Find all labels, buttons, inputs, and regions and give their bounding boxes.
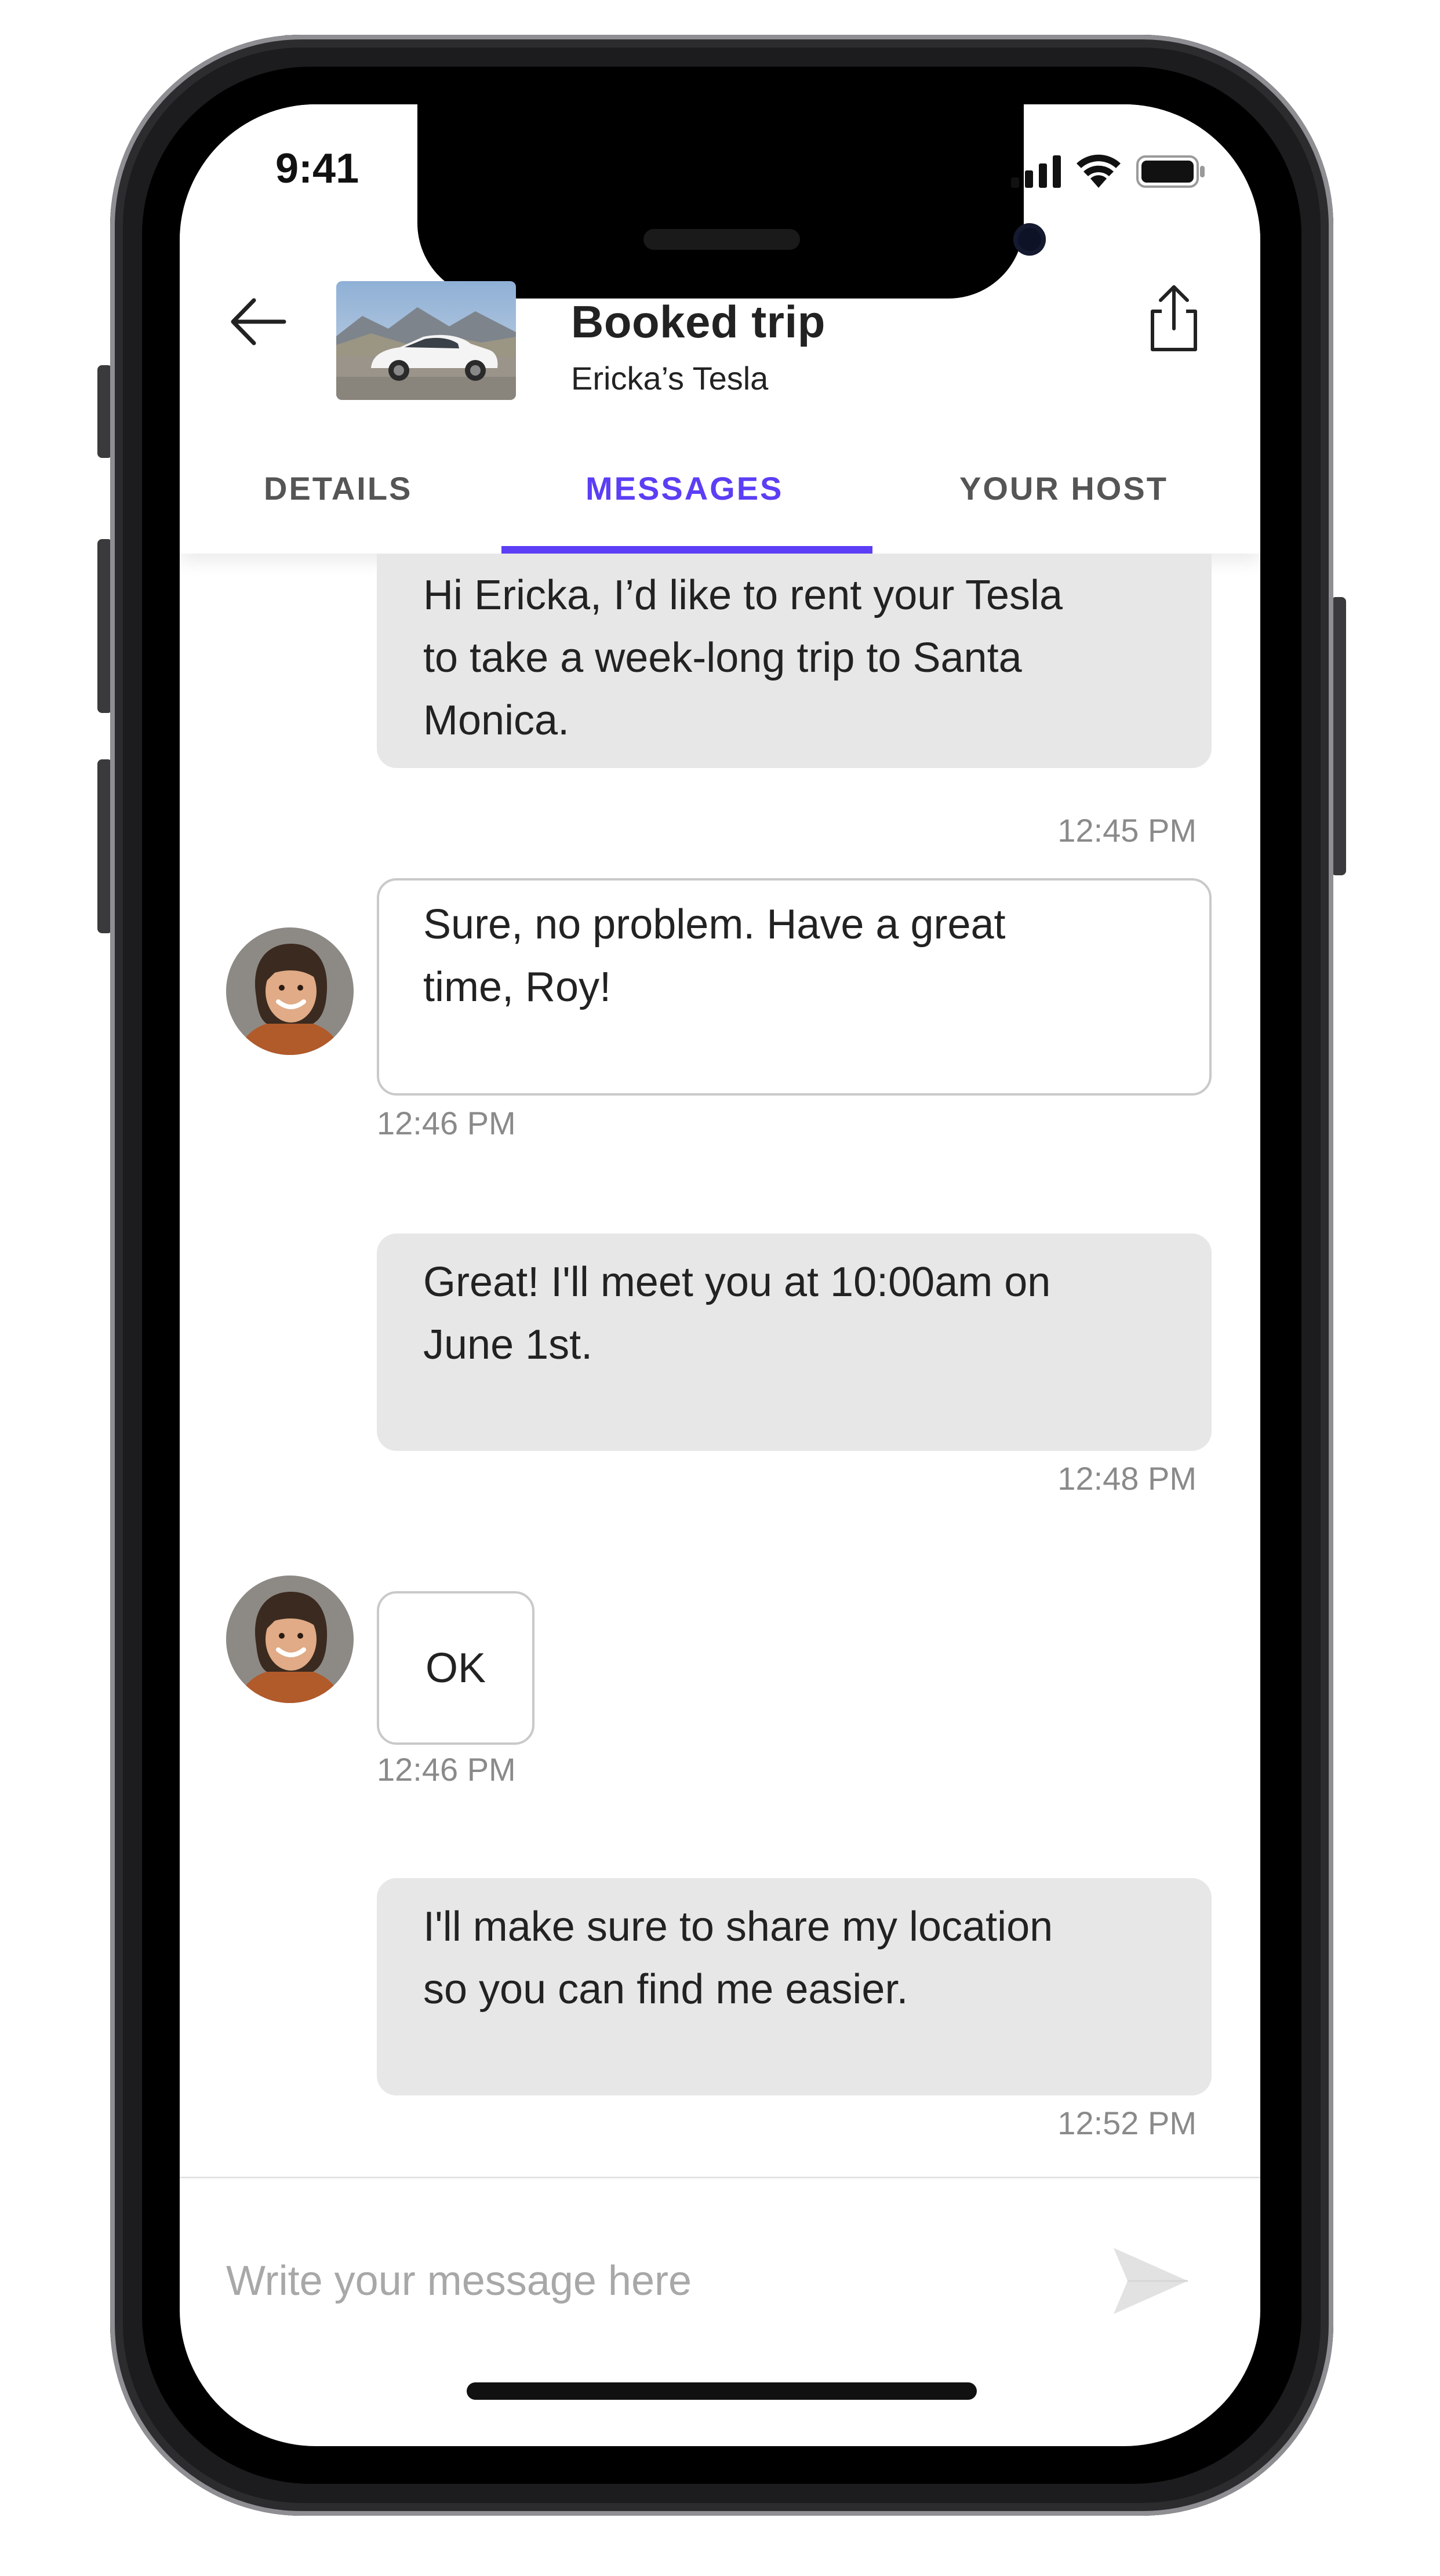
car-name: Ericka’s Tesla (571, 360, 769, 396)
host-avatar (226, 927, 354, 1055)
message-line: Great! I'll meet you at 10:00am on (423, 1259, 1051, 1305)
page-title: Booked trip (571, 296, 826, 347)
composer-divider (180, 2177, 1260, 2178)
message-input[interactable] (226, 2246, 1096, 2316)
message-bubble-incoming: Sure, no problem. Have a great time, Roy… (377, 878, 1212, 1096)
message-line: I'll make sure to share my location (423, 1904, 1053, 1950)
message-bubble-outgoing: I'll make sure to share my location so y… (377, 1878, 1212, 2095)
back-arrow-icon[interactable] (226, 290, 290, 354)
tab-messages[interactable]: MESSAGES (586, 470, 783, 507)
speaker-grille (643, 229, 800, 250)
wifi-icon (1077, 154, 1121, 188)
message-timestamp: 12:46 PM (377, 1751, 516, 1788)
message-line: to take a week-long trip to Santa (423, 635, 1022, 681)
tab-your-host[interactable]: YOUR HOST (959, 470, 1168, 507)
share-icon[interactable] (1142, 281, 1206, 356)
message-line: so you can find me easier. (423, 1966, 908, 2013)
message-timestamp: 12:45 PM (1057, 812, 1197, 849)
notch (417, 104, 1024, 299)
status-time: 9:41 (275, 145, 359, 192)
car-thumbnail (336, 281, 516, 400)
message-line: time, Roy! (423, 964, 612, 1010)
message-line: Hi Ericka, I’d like to rent your Tesla (423, 572, 1063, 618)
message-line: OK (425, 1644, 486, 1691)
tab-details[interactable]: DETAILS (264, 470, 412, 507)
message-line: June 1st. (423, 1322, 593, 1368)
host-avatar (226, 1576, 354, 1703)
message-line: Monica. (423, 697, 570, 744)
battery-icon (1136, 155, 1205, 188)
message-line: Sure, no problem. Have a great (423, 901, 1006, 948)
host-avatar-image (226, 927, 354, 1055)
host-avatar-image (226, 1576, 354, 1703)
phone-screen: 9:41 Booked trip Ericka’s Tesla DETAILS … (180, 104, 1260, 2446)
message-bubble-outgoing: Hi Ericka, I’d like to rent your Tesla t… (377, 554, 1212, 768)
cellular-signal-icon (1011, 155, 1061, 188)
message-timestamp: 12:52 PM (1057, 2105, 1197, 2141)
send-icon[interactable] (1110, 2243, 1191, 2319)
home-indicator (467, 2382, 977, 2400)
message-timestamp: 12:48 PM (1057, 1460, 1197, 1497)
message-bubble-outgoing: Great! I'll meet you at 10:00am on June … (377, 1234, 1212, 1451)
front-camera (1013, 223, 1046, 256)
message-timestamp: 12:46 PM (377, 1105, 516, 1141)
message-bubble-incoming: OK (377, 1591, 534, 1745)
